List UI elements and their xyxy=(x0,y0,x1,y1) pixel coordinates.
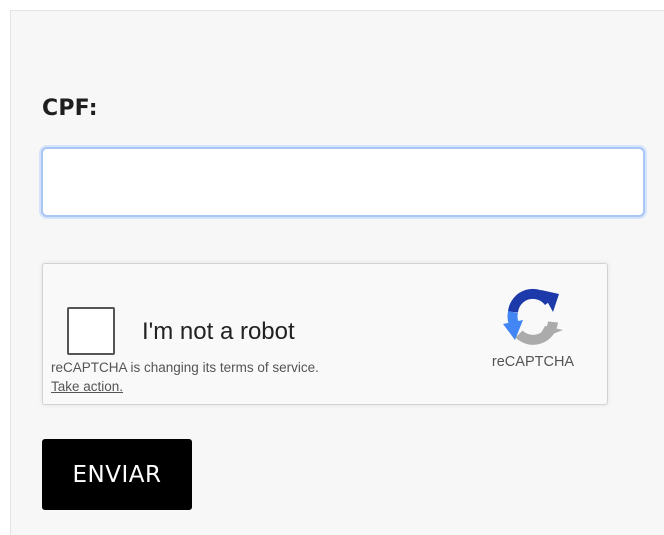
recaptcha-logo-icon xyxy=(503,288,563,345)
recaptcha-widget: I'm not a robot reCAPTCHA is changing it… xyxy=(42,263,608,405)
recaptcha-brand-label: reCAPTCHA xyxy=(491,354,575,370)
recaptcha-checkbox[interactable] xyxy=(67,307,115,355)
recaptcha-checkbox-label: I'm not a robot xyxy=(142,318,295,345)
cpf-label: CPF: xyxy=(42,96,98,121)
recaptcha-take-action-link[interactable]: Take action. xyxy=(51,379,123,394)
cpf-input[interactable] xyxy=(41,147,645,217)
recaptcha-terms-notice: reCAPTCHA is changing its terms of servi… xyxy=(51,360,319,375)
submit-button[interactable]: ENVIAR xyxy=(42,439,192,510)
